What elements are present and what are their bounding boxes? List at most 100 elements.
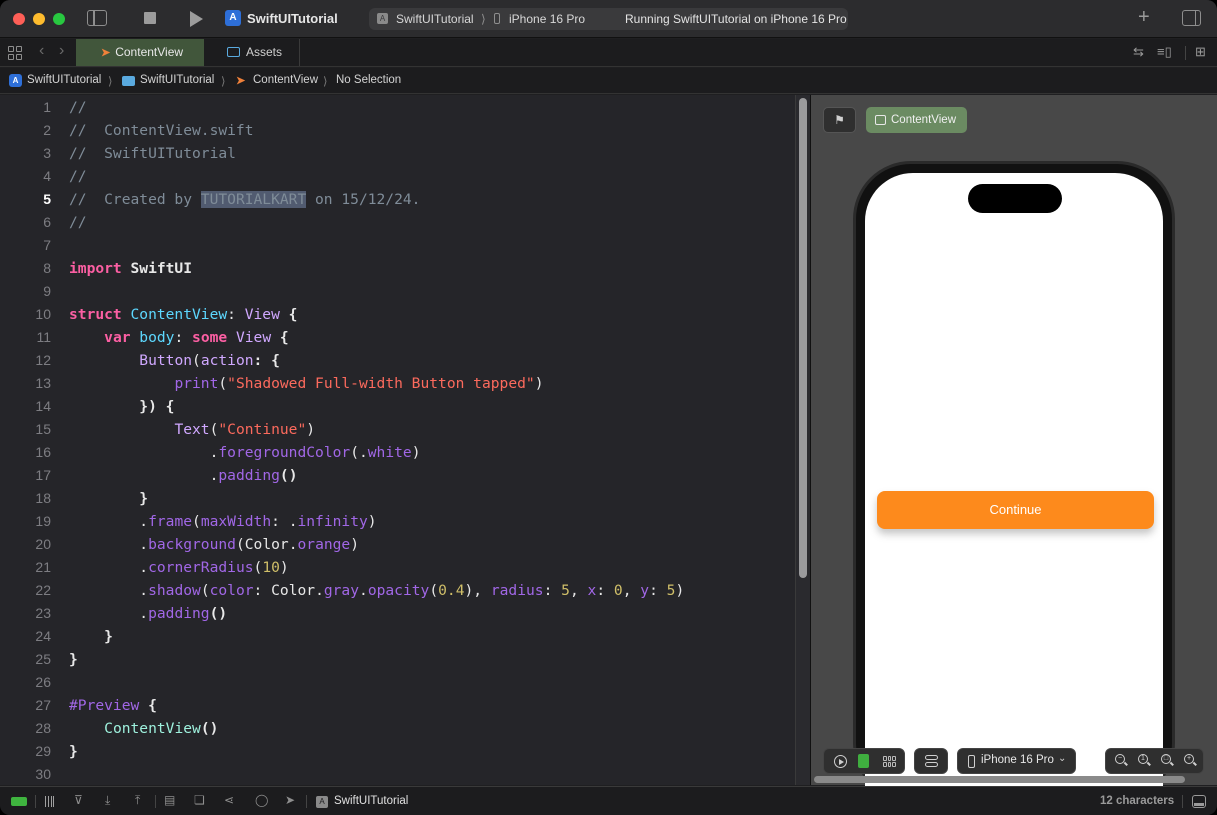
app-title: SwiftUITutorial [247,11,338,26]
zoom-100-icon[interactable]: 1 [1138,754,1151,767]
scheme-selector[interactable]: A SwiftUITutorial ⟩ iPhone 16 Pro Runnin… [369,8,848,30]
punctuation: : [649,582,667,599]
pause-icon[interactable] [45,796,54,807]
source-editor[interactable]: 1 2 3 4 5 6 7 8 9 10 11 12 13 14 15 16 1… [0,95,795,785]
nav-back-icon[interactable]: ‹ [39,42,44,60]
close-window-button[interactable] [13,13,25,25]
member-name: infinity [297,513,368,530]
breadcrumb-project[interactable]: SwiftUITutorial [27,74,101,86]
editor-scrollbar[interactable] [795,95,810,785]
debug-area-icon[interactable] [1192,795,1206,808]
related-items-icon[interactable] [8,46,22,60]
editor-options-icon[interactable]: ≡▯ [1157,44,1172,60]
debug-bar: ⊽ ⤓ ⤒ ▤ ❏ ⋖ ◯ ➤ A SwiftUITutorial 12 cha… [0,786,1217,815]
breadcrumb-separator: ⟩ [323,76,328,88]
canvas-horizontal-scrollbar[interactable] [814,776,1185,783]
zoom-fit-icon[interactable]: □ [1161,754,1174,767]
punctuation: : [174,329,193,346]
zoom-in-icon[interactable]: + [1184,754,1197,767]
line-number: 22 [35,582,51,598]
code-line-current: // Created by TUTORIALKART on 15/12/24. [69,188,420,211]
iphone-icon [968,755,975,768]
code-line: #Preview { [69,694,157,717]
minimize-window-button[interactable] [33,13,45,25]
share-icon[interactable]: ⋖ [224,793,234,807]
tab-assets[interactable]: Assets [204,39,300,66]
process-name[interactable]: SwiftUITutorial [334,795,408,807]
step-into-icon[interactable]: ⤓ [105,793,110,808]
punctuation: ) [534,375,544,392]
line-number: 10 [35,306,51,322]
code-line: .foregroundColor(.white) [69,441,421,464]
continue-button[interactable]: Continue [877,491,1154,529]
member-name: gray [323,582,360,599]
line-number: 2 [43,122,51,138]
live-preview-icon[interactable] [834,755,847,768]
environment-icon[interactable]: ◯ [255,793,268,807]
line-number-current: 5 [43,191,51,207]
argument-label: action [200,352,254,369]
step-out-icon[interactable]: ⤒ [135,793,140,808]
punctuation: }) { [69,398,175,415]
breadcrumb-selection[interactable]: No Selection [336,74,401,86]
maximize-window-button[interactable] [53,13,65,25]
line-number: 8 [43,260,51,276]
preview-selector[interactable]: ContentView [866,107,967,133]
stop-icon[interactable] [144,12,156,24]
pin-icon[interactable]: ⚑ [823,107,856,133]
memory-graph-icon[interactable]: ❏ [194,793,205,807]
nav-forward-icon[interactable]: › [59,42,64,60]
step-over-icon[interactable]: ⊽ [74,793,83,807]
scheme-app-icon: A [316,796,328,808]
text-selection[interactable]: TUTORIALKART [200,191,307,208]
arrows-swap-icon[interactable]: ⇆ [1133,44,1144,60]
code-line: ContentView() [69,717,218,740]
location-icon[interactable]: ➤ [285,793,295,807]
tab-label: ContentView [115,45,184,59]
device-selector[interactable]: iPhone 16 Pro ⌄ [957,748,1076,774]
line-number: 27 [35,697,51,713]
punctuation: ( [192,352,201,369]
run-destination[interactable]: iPhone 16 Pro [509,12,585,26]
tab-contentview[interactable]: ➤ ContentView [76,39,204,66]
code-line: // [69,96,87,119]
breadcrumb-file[interactable]: ContentView [253,74,318,86]
sidebar-right-icon[interactable] [1182,10,1201,26]
type-name: Text [174,421,210,438]
keyword: some [192,329,228,346]
type-name: View [244,306,280,323]
code-line: struct ContentView: View { [69,303,297,326]
sidebar-left-icon[interactable] [87,10,107,26]
editor-scrollbar-thumb[interactable] [799,98,807,578]
punctuation: . [139,582,149,599]
battery-icon[interactable] [11,797,27,806]
line-number: 29 [35,743,51,759]
add-editor-icon[interactable]: ⊞ [1195,44,1206,60]
code-line: } [69,487,148,510]
play-icon[interactable] [190,11,203,27]
line-number: 28 [35,720,51,736]
preview-canvas: ⚑ ContentView Continue iPhone 16 Pro ⌄ − [810,95,1217,813]
view-debugger-icon[interactable]: ▤ [164,793,175,807]
preview-label: ContentView [891,114,956,126]
number-literal: 5 [561,582,570,599]
punctuation: ) [675,582,685,599]
method-name: padding [218,467,280,484]
breadcrumb-group[interactable]: SwiftUITutorial [140,74,214,86]
punctuation: . [139,513,149,530]
zoom-out-icon[interactable]: − [1115,754,1128,767]
variants-icon[interactable] [883,756,896,767]
module-name: SwiftUI [121,260,193,277]
punctuation: } [69,628,113,645]
plus-icon[interactable]: + [1138,6,1150,29]
method-name: padding [148,605,210,622]
canvas-settings-icon[interactable] [925,755,938,768]
selectable-icon[interactable] [858,754,869,768]
argument-label: y [640,582,650,599]
scheme-name[interactable]: SwiftUITutorial [396,12,474,26]
dynamic-island [968,184,1062,213]
punctuation: ) [367,513,377,530]
